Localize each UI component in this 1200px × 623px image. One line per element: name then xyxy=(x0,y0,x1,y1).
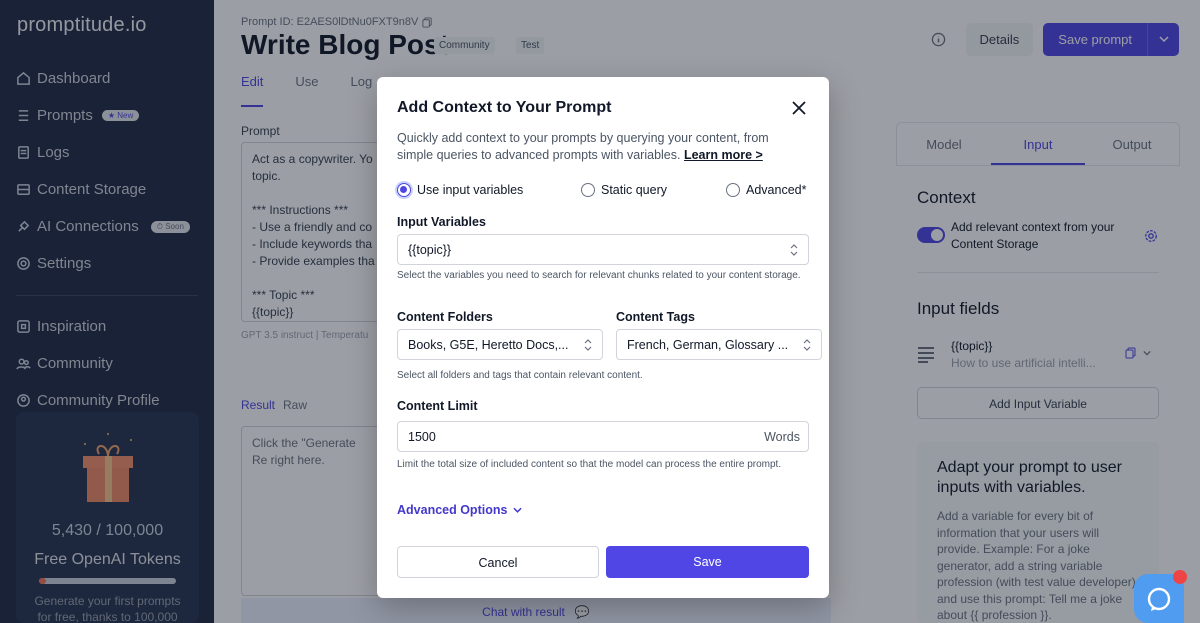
close-icon[interactable] xyxy=(791,100,807,116)
notification-dot xyxy=(1173,570,1187,584)
modal-title: Add Context to Your Prompt xyxy=(397,99,612,116)
content-limit-help: Limit the total size of included content… xyxy=(397,459,782,470)
select-value: {{topic}} xyxy=(408,243,452,257)
input-variables-help: Select the variables you need to search … xyxy=(397,270,801,281)
content-folders-label: Content Folders xyxy=(397,310,493,324)
content-limit-input[interactable]: 1500 Words xyxy=(397,421,809,452)
select-value: Books, G5E, Heretto Docs,... xyxy=(408,338,569,352)
radio-use-input-variables[interactable]: Use input variables xyxy=(397,183,523,197)
cancel-button[interactable]: Cancel xyxy=(397,546,599,578)
content-tags-label: Content Tags xyxy=(616,310,695,324)
input-unit: Words xyxy=(764,430,800,444)
radio-label: Use input variables xyxy=(417,183,524,197)
modal-description: Quickly add context to your prompts by q… xyxy=(397,130,802,164)
query-mode-radios: Use input variables Static query Advance… xyxy=(397,183,809,201)
input-value: 1500 xyxy=(408,430,436,444)
radio-label: Advanced* xyxy=(746,183,807,197)
updown-icon xyxy=(790,244,798,256)
advanced-options-toggle[interactable]: Advanced Options xyxy=(397,503,523,517)
save-button[interactable]: Save xyxy=(606,546,809,578)
radio-advanced[interactable]: Advanced* xyxy=(726,183,806,197)
updown-icon xyxy=(584,339,592,351)
learn-more-link[interactable]: Learn more > xyxy=(684,148,763,162)
add-context-modal: Add Context to Your Prompt Quickly add c… xyxy=(377,77,829,598)
input-variables-select[interactable]: {{topic}} xyxy=(397,234,809,265)
content-limit-label: Content Limit xyxy=(397,399,478,413)
select-value: French, German, Glossary ... xyxy=(627,338,789,352)
content-tags-select[interactable]: French, German, Glossary ... xyxy=(616,329,822,360)
chevron-down-icon xyxy=(513,507,523,513)
folders-tags-help: Select all folders and tags that contain… xyxy=(397,370,643,381)
updown-icon xyxy=(803,339,811,351)
input-variables-label: Input Variables xyxy=(397,215,486,229)
radio-button xyxy=(726,183,740,197)
radio-button xyxy=(397,183,411,197)
content-folders-select[interactable]: Books, G5E, Heretto Docs,... xyxy=(397,329,603,360)
chat-bubble-icon xyxy=(1147,587,1171,611)
radio-label: Static query xyxy=(601,183,668,197)
radio-button xyxy=(581,183,595,197)
advanced-options-label: Advanced Options xyxy=(397,503,508,517)
radio-static-query[interactable]: Static query xyxy=(581,183,667,197)
